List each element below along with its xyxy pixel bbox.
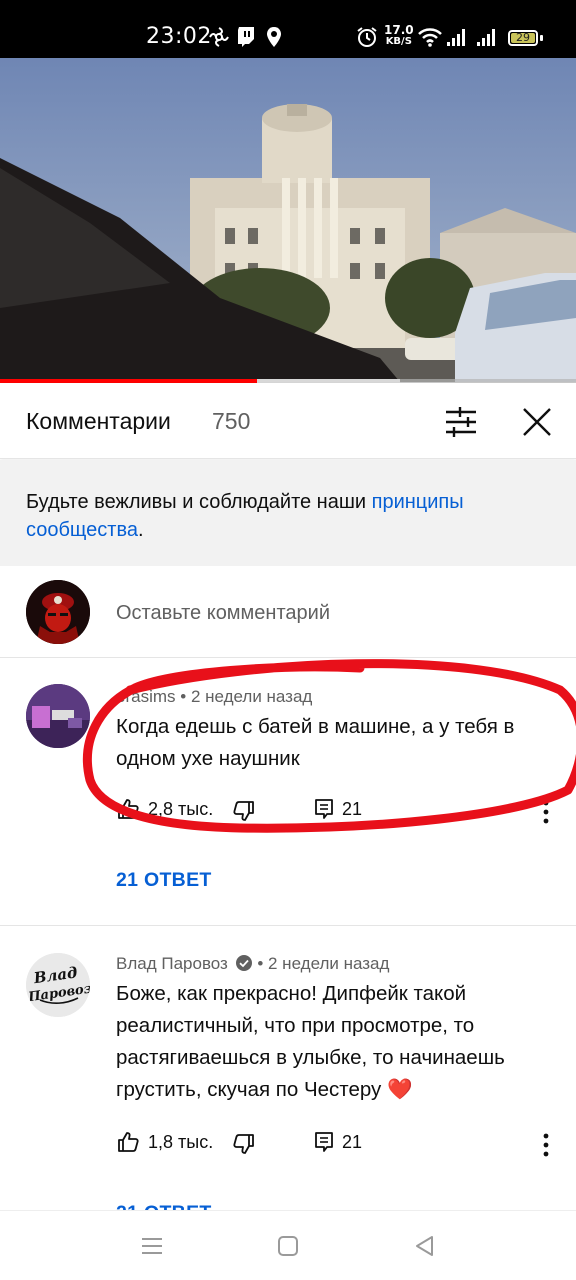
comment-text: Когда едешь с батей в машине, а у тебя в… bbox=[116, 715, 515, 770]
net-speed: 17.0 KB/S bbox=[384, 24, 414, 47]
thumbs-down-icon bbox=[233, 1134, 254, 1154]
back-triangle-icon[interactable] bbox=[412, 1233, 438, 1259]
reply-count: 21 bbox=[342, 798, 363, 819]
alarm-icon bbox=[356, 26, 378, 48]
more-icon[interactable] bbox=[536, 1130, 556, 1160]
close-icon[interactable] bbox=[516, 401, 558, 443]
comment-input[interactable]: Оставьте комментарий bbox=[116, 602, 330, 625]
comment-item: erasims • 2 недели назад Когда едешь с б… bbox=[0, 659, 576, 925]
home-square-icon[interactable] bbox=[275, 1233, 301, 1259]
fan-icon bbox=[208, 26, 230, 48]
video-player[interactable] bbox=[0, 58, 576, 382]
community-guidelines-notice: Будьте вежливы и соблюдайте наши принцип… bbox=[0, 460, 576, 566]
notice-end: . bbox=[137, 519, 144, 541]
comment-meta: erasims • 2 недели назад bbox=[116, 687, 312, 707]
like-button[interactable]: 1,8 тыс. bbox=[116, 1130, 213, 1154]
location-icon bbox=[266, 26, 282, 48]
like-button[interactable]: 2,8 тыс. bbox=[116, 797, 213, 821]
thumbs-up-icon bbox=[118, 1132, 139, 1152]
twitch-icon bbox=[236, 26, 256, 48]
dislike-button[interactable] bbox=[232, 1132, 256, 1156]
comment-author[interactable]: Влад Паровоз bbox=[116, 954, 228, 973]
comments-title: Комментарии bbox=[26, 408, 171, 434]
battery-icon: 29 bbox=[508, 30, 538, 46]
avatar[interactable]: Влад Паровоз bbox=[26, 953, 90, 1017]
thumbs-up-icon bbox=[118, 799, 139, 819]
status-time: 23:02 bbox=[146, 24, 212, 49]
verified-icon bbox=[235, 954, 253, 977]
sliders-icon[interactable] bbox=[440, 401, 482, 443]
comment-time: 2 недели назад bbox=[190, 687, 313, 706]
system-nav-bar bbox=[0, 1210, 576, 1280]
menu-icon[interactable] bbox=[139, 1233, 165, 1259]
comment-time: 2 недели назад bbox=[268, 954, 390, 973]
like-count: 2,8 тыс. bbox=[148, 798, 214, 819]
signal-icon bbox=[476, 26, 498, 48]
comment-meta: Влад Паровоз • 2 недели назад bbox=[116, 954, 389, 977]
meta-separator: • bbox=[257, 954, 264, 973]
add-comment-row[interactable]: Оставьте комментарий bbox=[0, 566, 576, 658]
like-count: 1,8 тыс. bbox=[148, 1131, 214, 1152]
comment-item: Влад Паровоз Влад Паровоз • 2 недели наз… bbox=[0, 926, 576, 1224]
meta-separator: • bbox=[180, 687, 187, 706]
avatar[interactable] bbox=[26, 684, 90, 748]
avatar-logo: Влад Паровоз bbox=[26, 953, 90, 1017]
reply-count: 21 bbox=[342, 1131, 363, 1152]
comment-icon bbox=[315, 799, 333, 819]
battery-level: 29 bbox=[516, 31, 530, 44]
reply-button[interactable]: 21 bbox=[312, 1130, 362, 1154]
comments-count: 750 bbox=[212, 408, 251, 434]
net-speed-unit: KB/S bbox=[385, 36, 412, 47]
more-icon[interactable] bbox=[536, 797, 556, 827]
comments-header: Комментарии 750 bbox=[0, 383, 576, 459]
thumbs-down-icon bbox=[233, 801, 254, 821]
status-bar: 23:02 17.0 KB/S 29 bbox=[0, 0, 576, 58]
replies-button[interactable]: 21 ОТВЕТ bbox=[116, 869, 212, 892]
wifi-icon bbox=[418, 26, 442, 48]
dislike-button[interactable] bbox=[232, 799, 256, 823]
notice-text: Будьте вежливы и соблюдайте наши bbox=[26, 491, 372, 513]
video-frame bbox=[0, 58, 576, 382]
comment-author[interactable]: erasims bbox=[116, 687, 176, 706]
comment-icon bbox=[315, 1132, 333, 1152]
comment-text-body: Боже, как прекрасно! Дипфейк такой реали… bbox=[116, 982, 505, 1101]
avatar bbox=[26, 580, 90, 644]
signal-icon bbox=[446, 26, 468, 48]
reply-button[interactable]: 21 bbox=[312, 797, 362, 821]
heart-emoji: ❤️ bbox=[387, 1078, 413, 1101]
comment-text: Боже, как прекрасно! Дипфейк такой реали… bbox=[116, 978, 556, 1106]
